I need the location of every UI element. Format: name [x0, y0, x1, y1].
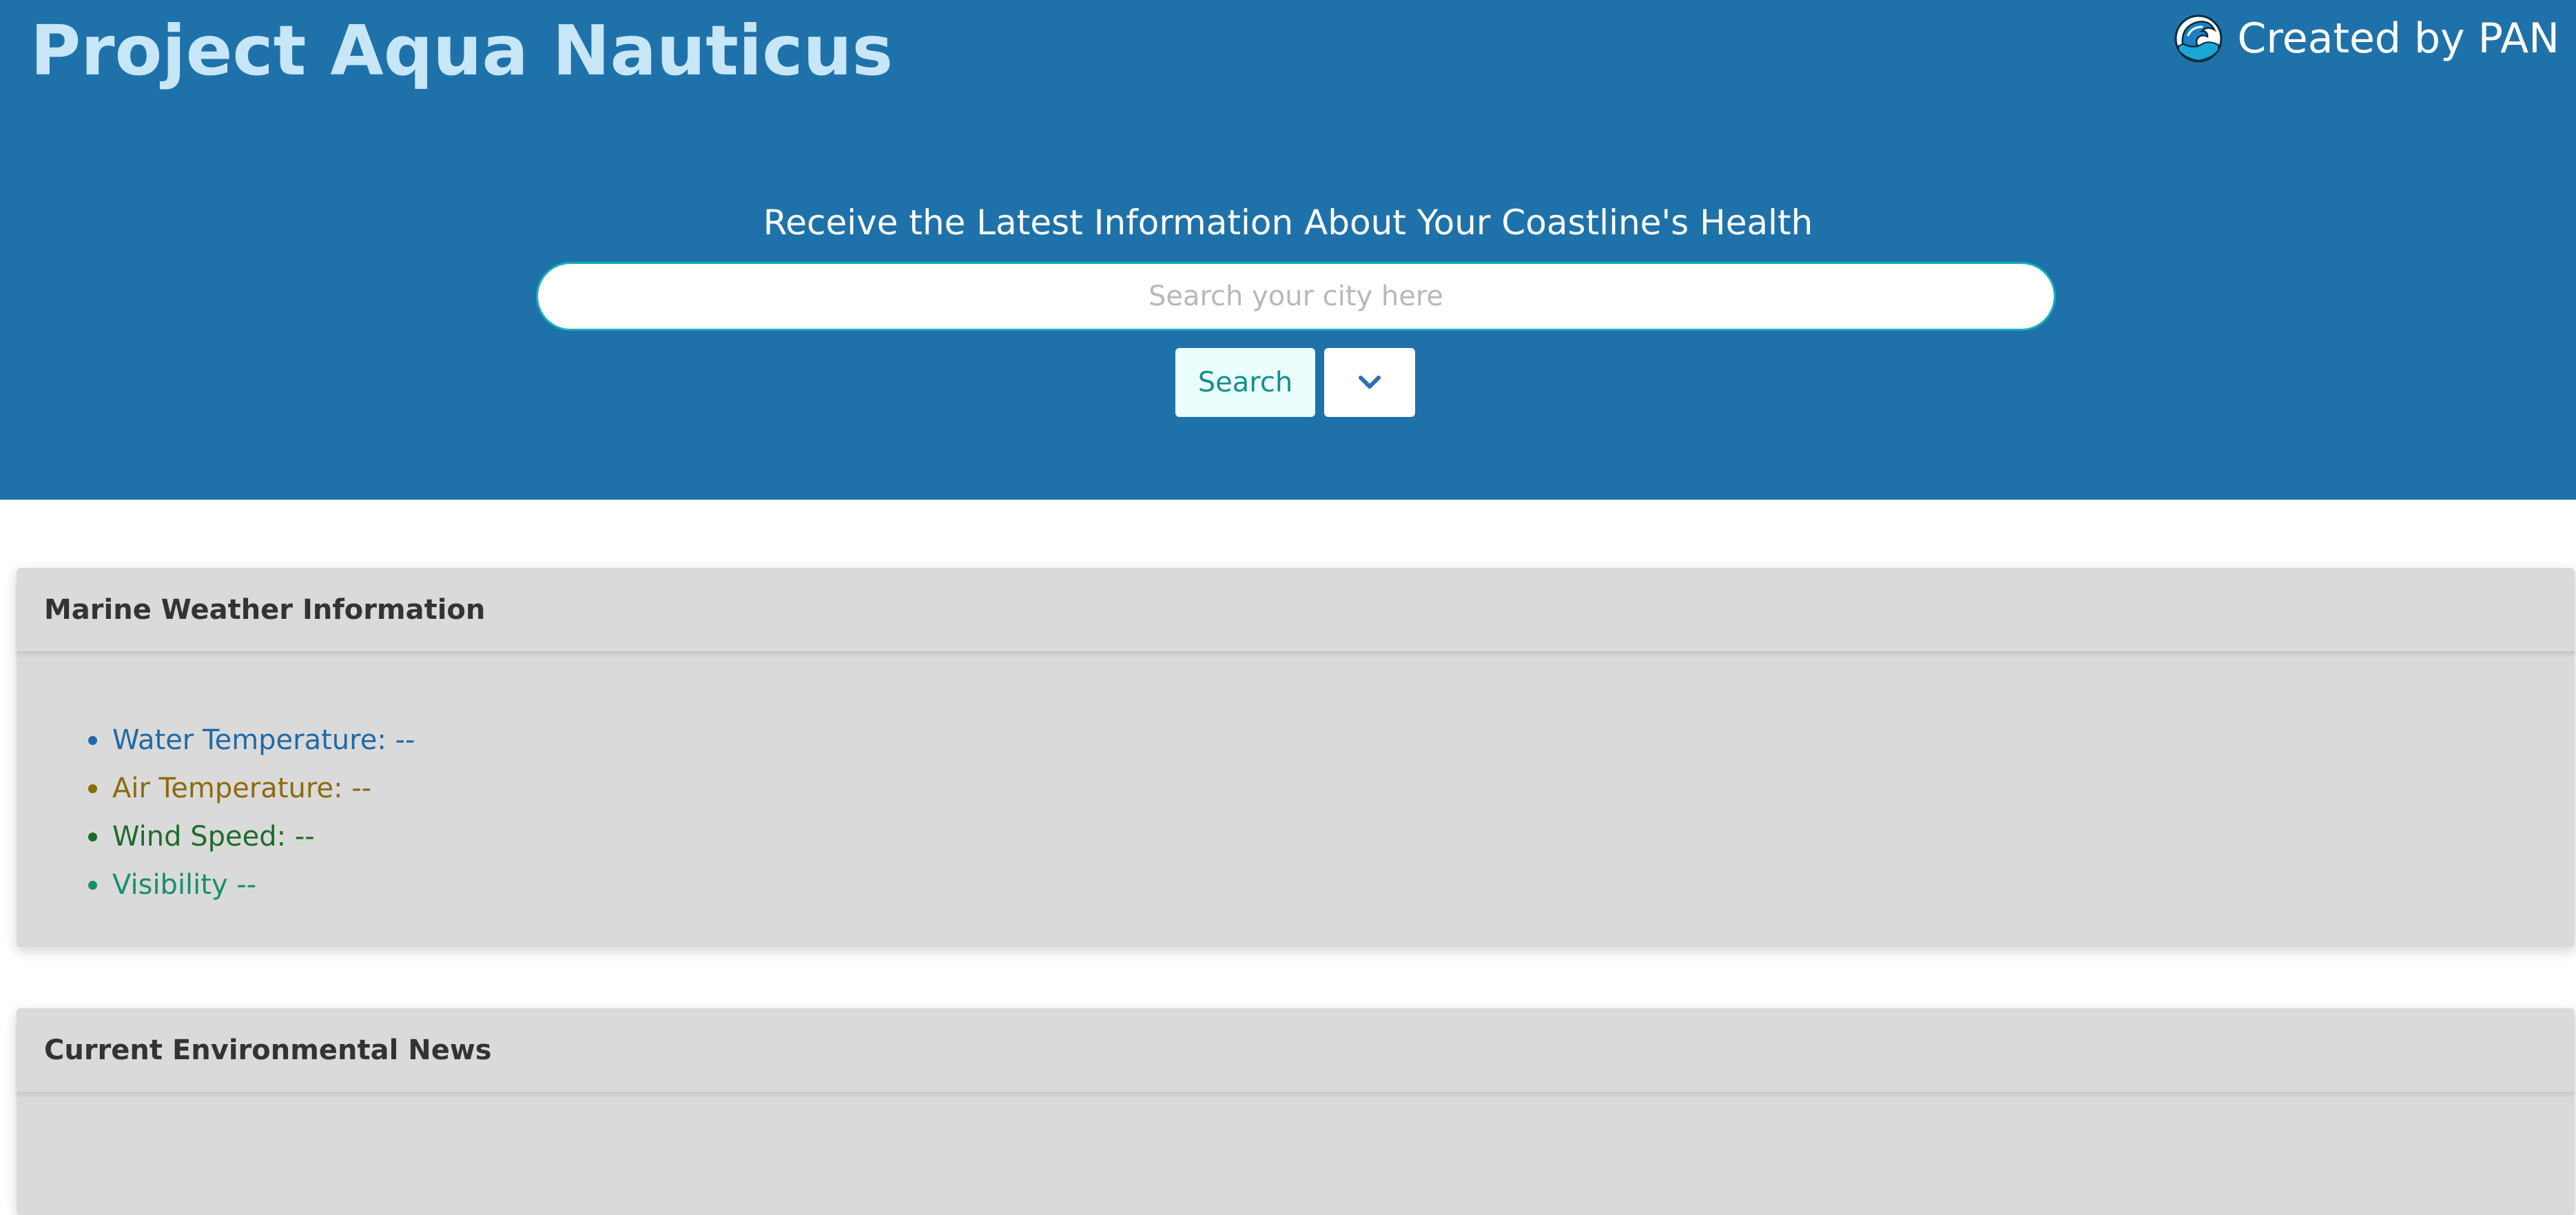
marine-weather-card: Marine Weather Information Water Tempera… — [17, 568, 2575, 947]
tagline: Receive the Latest Information About You… — [763, 203, 1813, 243]
visibility-label: Visibility -- — [112, 869, 257, 901]
environmental-news-title: Current Environmental News — [44, 1034, 492, 1066]
visibility-item: Visibility -- — [88, 861, 415, 909]
search-options-dropdown-button[interactable] — [1324, 348, 1415, 417]
air-temperature-item: Air Temperature: -- — [88, 764, 415, 813]
app-title: Project Aqua Nauticus — [30, 10, 894, 91]
card-header: Current Environmental News — [17, 1008, 2575, 1094]
bullet-dot — [88, 784, 97, 793]
hero-header: Project Aqua Nauticus Created by PAN Rec… — [0, 0, 2576, 500]
bullet-dot — [88, 735, 97, 745]
card-header: Marine Weather Information — [17, 568, 2575, 653]
search-button[interactable]: Search — [1175, 348, 1315, 417]
city-search-input[interactable] — [536, 262, 2056, 331]
wave-icon — [2174, 14, 2223, 63]
water-temperature-label: Water Temperature: -- — [112, 724, 415, 756]
weather-list: Water Temperature: -- Air Temperature: -… — [88, 716, 415, 909]
chevron-down-icon — [1359, 376, 1381, 389]
water-temperature-item: Water Temperature: -- — [88, 716, 415, 764]
wind-speed-item: Wind Speed: -- — [88, 813, 415, 861]
air-temperature-label: Air Temperature: -- — [112, 773, 372, 804]
environmental-news-card: Current Environmental News — [17, 1008, 2575, 1215]
credit-badge: Created by PAN — [2174, 10, 2559, 68]
bullet-dot — [88, 880, 97, 890]
wind-speed-label: Wind Speed: -- — [112, 821, 315, 852]
credit-text: Created by PAN — [2237, 14, 2559, 63]
marine-weather-title: Marine Weather Information — [44, 593, 486, 626]
bullet-dot — [88, 832, 97, 841]
